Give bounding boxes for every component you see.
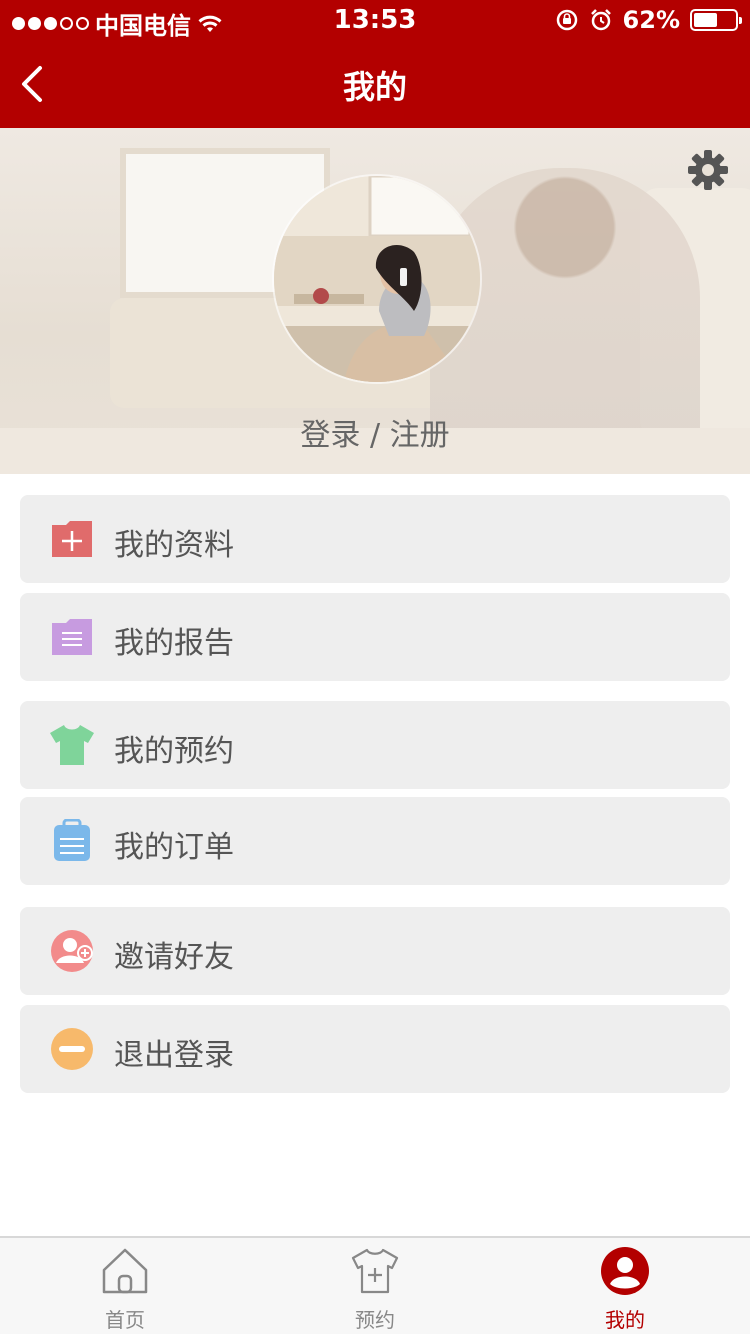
menu-item-my-report[interactable]: 我的报告 bbox=[20, 593, 730, 681]
user-circle-icon bbox=[601, 1247, 649, 1295]
menu-item-label: 我的订单 bbox=[114, 830, 234, 865]
tab-home[interactable]: 首页 bbox=[0, 1238, 250, 1334]
nav-bar: 我的 bbox=[0, 40, 750, 128]
status-right: 62% bbox=[555, 6, 742, 34]
profile-header: 登录 / 注册 bbox=[0, 128, 750, 474]
shirt-icon bbox=[50, 725, 94, 765]
shirt-plus-icon bbox=[351, 1248, 399, 1294]
tab-mine[interactable]: 我的 bbox=[500, 1238, 750, 1334]
menu-item-my-order[interactable]: 我的订单 bbox=[20, 797, 730, 885]
menu-item-label: 我的预约 bbox=[114, 734, 234, 769]
clipboard-list-icon bbox=[54, 819, 90, 861]
rotation-lock-icon bbox=[556, 9, 577, 31]
menu-item-label: 我的报告 bbox=[114, 626, 234, 661]
avatar-photo bbox=[274, 176, 480, 382]
tab-bar: 首页 预约 我的 bbox=[0, 1236, 750, 1334]
menu-item-logout[interactable]: 退出登录 bbox=[20, 1005, 730, 1093]
home-icon bbox=[102, 1248, 148, 1294]
battery-percent: 62% bbox=[622, 6, 680, 34]
menu-item-invite-friends[interactable]: 邀请好友 bbox=[20, 907, 730, 995]
minus-circle-icon bbox=[51, 1028, 93, 1070]
menu-item-my-profile[interactable]: 我的资料 bbox=[20, 495, 730, 583]
status-bar: 中国电信 13:53 62% bbox=[0, 0, 750, 40]
login-register-link[interactable]: 登录 / 注册 bbox=[0, 410, 750, 454]
top-bar: 中国电信 13:53 62% 我的 bbox=[0, 0, 750, 128]
tab-label: 预约 bbox=[355, 1308, 395, 1332]
menu-item-my-appointment[interactable]: 我的预约 bbox=[20, 701, 730, 789]
avatar[interactable] bbox=[274, 176, 480, 382]
folder-list-icon bbox=[52, 619, 92, 655]
screen: 中国电信 13:53 62% 我的 登录 / 注册 我的资料 我的报告 我的预约… bbox=[0, 0, 750, 1334]
tab-label: 我的 bbox=[605, 1308, 645, 1332]
tab-label: 首页 bbox=[105, 1308, 145, 1332]
alarm-icon bbox=[590, 9, 611, 31]
menu-item-label: 邀请好友 bbox=[114, 940, 234, 975]
menu-item-label: 我的资料 bbox=[114, 528, 234, 563]
page-title: 我的 bbox=[342, 68, 407, 106]
add-user-icon bbox=[51, 930, 93, 972]
gear-icon[interactable] bbox=[686, 148, 730, 192]
folder-plus-icon bbox=[52, 521, 92, 557]
tab-appointment[interactable]: 预约 bbox=[250, 1238, 500, 1334]
menu-item-label: 退出登录 bbox=[114, 1038, 234, 1073]
battery-icon bbox=[690, 9, 742, 31]
